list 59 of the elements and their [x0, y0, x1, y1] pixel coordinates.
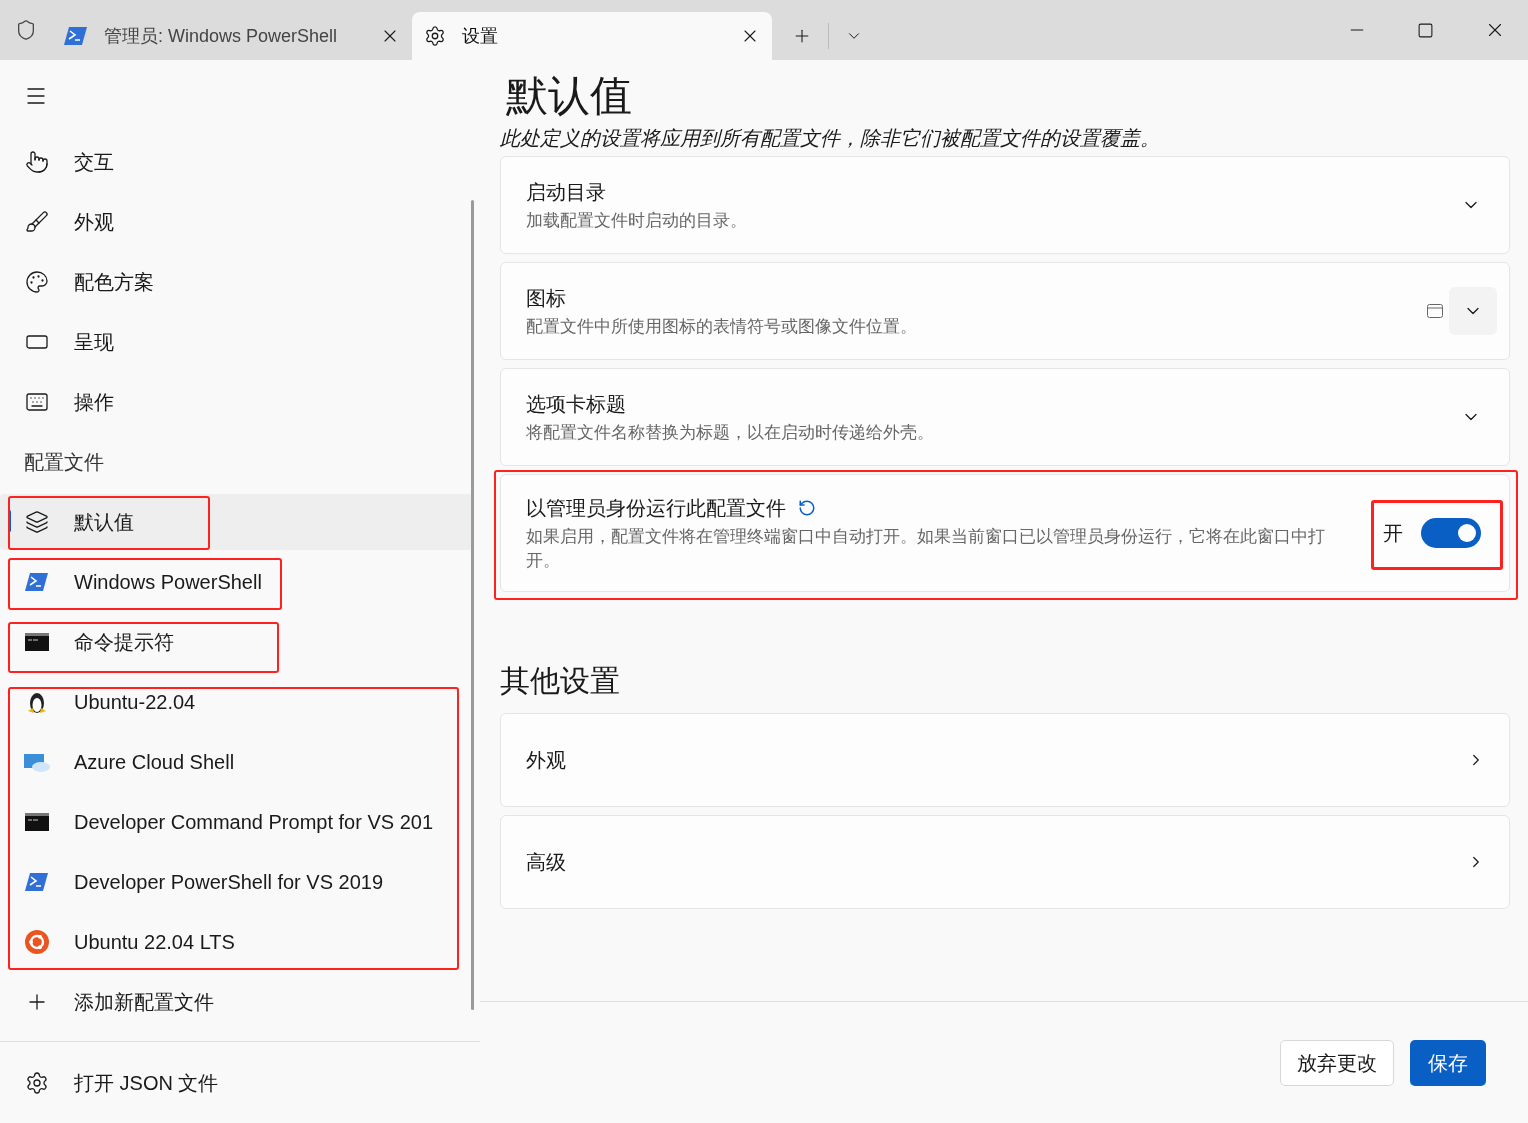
- terminal-prompt-icon: [64, 26, 88, 46]
- cloud-terminal-icon: [24, 752, 50, 772]
- console-window-icon: [25, 633, 49, 651]
- settings-icon: [25, 1070, 49, 1095]
- profile-item[interactable]: 命令提示符: [0, 614, 178, 670]
- nav-item[interactable]: 配色方案: [0, 252, 472, 312]
- keyboard-icon: [25, 390, 49, 414]
- setting-card[interactable]: 启动目录 加载配置文件时启动的目录。: [500, 156, 1510, 254]
- nav-item[interactable]: 呈现: [0, 312, 472, 372]
- setting-description: 配置文件中所使用图标的表情符号或图像文件位置。: [526, 316, 918, 338]
- setting-title: 选项卡标题: [526, 392, 626, 417]
- setting-title: 图标: [526, 286, 566, 311]
- section-title: 其他设置: [500, 663, 621, 699]
- add-profile-item[interactable]: 添加新配置文件: [0, 972, 472, 1032]
- section-header: 配置文件: [24, 450, 104, 475]
- toggle-state-label: 开: [1383, 521, 1403, 546]
- maximize-icon[interactable]: [1417, 21, 1434, 39]
- tab[interactable]: 管理员: Windows PowerShell: [52, 12, 412, 60]
- circle-of-friends-icon: [25, 930, 49, 954]
- hand-pointer-icon: [25, 150, 49, 174]
- terminal-prompt-icon: [25, 872, 49, 892]
- layers-icon: [25, 510, 49, 534]
- setting-card[interactable]: 选项卡标题 将配置文件名称替换为标题，以在启动时传递给外壳。: [500, 368, 1510, 466]
- profile-item[interactable]: Developer Command Prompt for VS 201: [0, 794, 438, 850]
- nav-item[interactable]: 操作: [0, 372, 472, 432]
- nav-item[interactable]: 外观: [0, 192, 472, 252]
- profile-item[interactable]: Ubuntu-22.04: [0, 674, 200, 730]
- setting-link-card[interactable]: 高级: [500, 815, 1510, 909]
- setting-link-card[interactable]: 外观: [500, 713, 1510, 807]
- shield-icon[interactable]: [15, 19, 37, 41]
- setting-card[interactable]: 图标 配置文件中所使用图标的表情符号或图像文件位置。: [500, 262, 1510, 360]
- nav-item[interactable]: 交互: [0, 132, 472, 192]
- open-json-item[interactable]: 打开 JSON 文件: [24, 1067, 219, 1098]
- penguin-icon: [26, 690, 48, 714]
- reset-icon[interactable]: [798, 499, 816, 517]
- profile-item[interactable]: Ubuntu 22.04 LTS: [0, 914, 239, 970]
- settings-icon: [424, 25, 446, 47]
- scrollbar[interactable]: [471, 200, 474, 1010]
- setting-description: 将配置文件名称替换为标题，以在启动时传递给外壳。: [526, 422, 935, 444]
- console-window-icon: [25, 813, 49, 831]
- tab-title: 设置: [462, 24, 499, 48]
- terminal-prompt-icon: [25, 572, 49, 592]
- tab[interactable]: 设置: [412, 12, 772, 60]
- setting-description: 加载配置文件时启动的目录。: [526, 210, 748, 232]
- discard-button[interactable]: 放弃更改: [1280, 1039, 1394, 1086]
- profile-item[interactable]: Azure Cloud Shell: [0, 734, 239, 790]
- palette-icon: [25, 270, 49, 294]
- setting-title: 以管理员身份运行此配置文件: [526, 496, 786, 521]
- save-button[interactable]: 保存: [1410, 1039, 1486, 1086]
- profile-item[interactable]: Developer PowerShell for VS 2019: [0, 854, 388, 910]
- profile-item[interactable]: Windows PowerShell: [0, 554, 266, 610]
- brush-icon: [25, 210, 49, 234]
- setting-title: 启动目录: [526, 180, 606, 205]
- toggle-switch[interactable]: [1421, 518, 1481, 548]
- tab-title: 管理员: Windows PowerShell: [104, 24, 339, 48]
- setting-description: 如果启用，配置文件将在管理终端窗口中自动打开。如果当前窗口已以管理员身份运行，它将在此窗口中打开。: [526, 526, 1326, 572]
- console-window-icon: [1427, 304, 1443, 318]
- page-description: 此处定义的设置将应用到所有配置文件，除非它们被配置文件的设置覆盖。: [500, 126, 1161, 151]
- page-title: 默认值: [505, 71, 633, 121]
